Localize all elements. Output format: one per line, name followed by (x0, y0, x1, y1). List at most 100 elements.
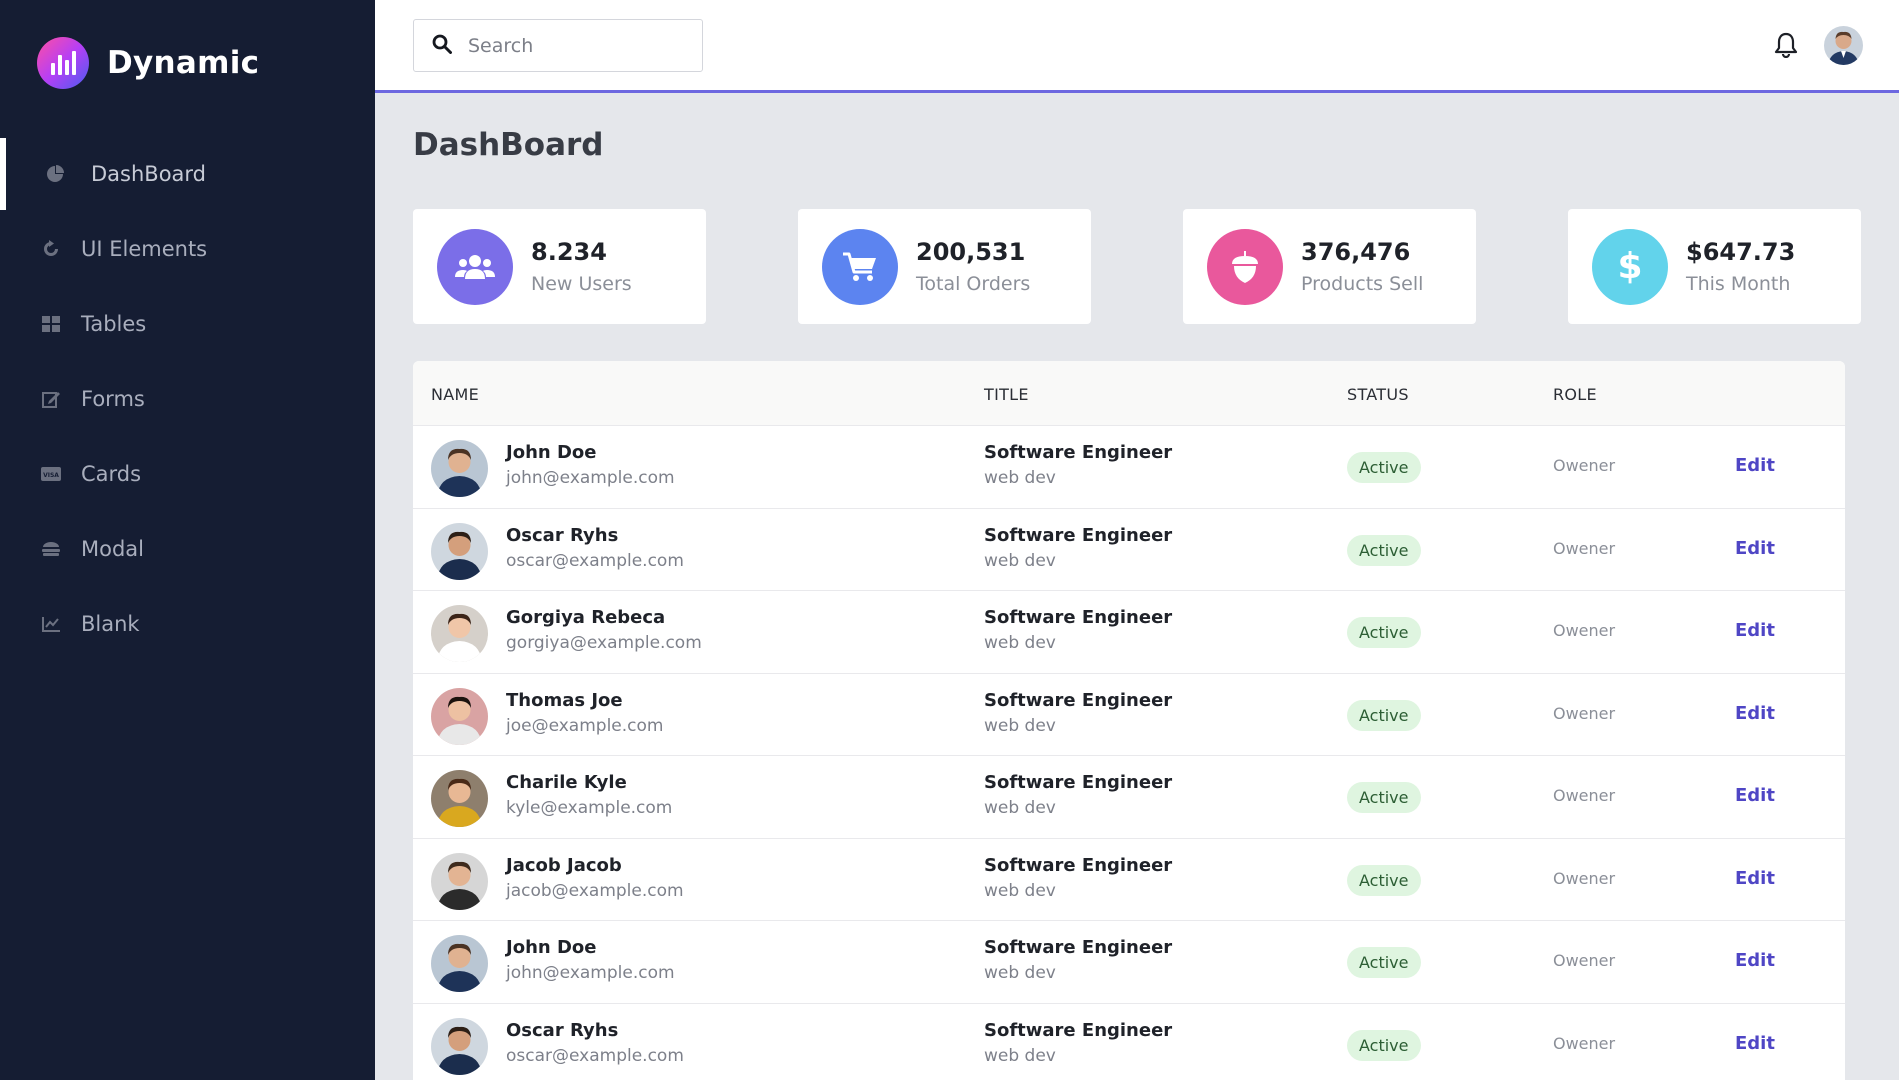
avatar (431, 687, 488, 745)
column-header-name[interactable]: NAME (431, 385, 479, 404)
job-subtitle: web dev (984, 798, 1056, 818)
edit-link[interactable]: Edit (1735, 785, 1775, 806)
table-row: Oscar Ryhs oscar@example.com Software Engi… (413, 1004, 1845, 1080)
column-header-role[interactable]: ROLE (1553, 385, 1597, 404)
top-header (375, 0, 1899, 93)
sidebar-nav: DashBoard UI Elements Tables Forms VISA … (0, 136, 375, 661)
status-badge: Active (1347, 782, 1421, 813)
status-badge: Active (1347, 1029, 1421, 1061)
user-role: Owener (1553, 703, 1616, 723)
column-header-status[interactable]: STATUS (1347, 385, 1409, 404)
sidebar-item-dashboard[interactable]: DashBoard (0, 136, 375, 211)
status-badge: Active (1347, 699, 1421, 731)
avatar (431, 935, 488, 992)
avatar (431, 605, 488, 662)
sidebar-item-label: UI Elements (81, 236, 208, 261)
sidebar-item-label: Tables (81, 311, 147, 336)
sidebar-item-tables[interactable]: Tables (0, 286, 375, 361)
edit-link[interactable]: Edit (1735, 703, 1775, 724)
avatar (431, 440, 488, 497)
user-name: Gorgiya Rebeca (506, 607, 666, 628)
sidebar-item-modal[interactable]: Modal (0, 511, 375, 586)
job-subtitle: web dev (984, 468, 1056, 488)
edit-link[interactable]: Edit (1735, 950, 1775, 971)
table-row: John Doe john@example.com Software Enginee… (413, 921, 1845, 1004)
credit-card-icon: VISA (41, 464, 61, 484)
status-badge: Active (1347, 864, 1421, 896)
brand-name: Dynamic (107, 45, 260, 81)
edit-link[interactable]: Edit (1735, 455, 1775, 476)
sidebar-item-label: Modal (81, 536, 144, 561)
acorn-icon (1207, 228, 1283, 305)
status-badge: Active (1347, 452, 1421, 483)
user-name: Oscar Ryhs (506, 524, 619, 546)
edit-link[interactable]: Edit (1735, 538, 1775, 559)
stat-label: Total Orders (916, 272, 1031, 295)
svg-text:VISA: VISA (43, 472, 59, 479)
avatar (431, 852, 488, 910)
stat-label: New Users (531, 272, 632, 295)
user-name: Oscar Ryhs (506, 1019, 619, 1041)
user-email: kyle@example.com (506, 798, 673, 818)
search-input[interactable] (468, 34, 688, 57)
user-role: Owener (1553, 1033, 1616, 1053)
user-role: Owener (1553, 786, 1616, 805)
user-role: Owener (1553, 456, 1616, 475)
table-row: Jacob Jacob jacob@example.com Software Eng… (413, 839, 1845, 921)
edit-link[interactable]: Edit (1735, 1033, 1775, 1054)
table-row: Gorgiya Rebeca gorgiya@example.com Softwar… (413, 591, 1845, 674)
brand[interactable]: Dynamic (37, 36, 259, 90)
user-avatar[interactable] (1824, 26, 1863, 65)
user-role: Owener (1553, 538, 1616, 558)
sidebar-item-cards[interactable]: VISA Cards (0, 436, 375, 511)
stat-label: Products Sell (1301, 272, 1424, 295)
table-row: Charile Kyle kyle@example.com Software Eng… (413, 756, 1845, 839)
user-role: Owener (1553, 868, 1616, 888)
user-email: joe@example.com (506, 715, 664, 736)
edit-link[interactable]: Edit (1735, 620, 1775, 641)
grid-icon (41, 314, 61, 334)
table-body: John Doe john@example.com Software Enginee… (413, 426, 1845, 1080)
table-header: NAME TITLE STATUS ROLE (413, 361, 1845, 426)
sidebar: Dynamic DashBoard UI Elements Tables For… (0, 0, 375, 1080)
user-email: oscar@example.com (506, 550, 684, 571)
job-subtitle: web dev (984, 633, 1056, 653)
user-name: Thomas Joe (506, 689, 623, 711)
avatar (431, 1017, 488, 1075)
job-title: Software Engineer (984, 937, 1173, 958)
user-role: Owener (1553, 951, 1616, 970)
sidebar-item-forms[interactable]: Forms (0, 361, 375, 436)
table-row: Thomas Joe joe@example.com Software Engine… (413, 674, 1845, 756)
sidebar-item-ui-elements[interactable]: UI Elements (0, 211, 375, 286)
pie-chart-icon (45, 164, 65, 184)
dollar-icon: $ (1592, 228, 1668, 305)
job-subtitle: web dev (984, 963, 1056, 983)
sidebar-item-label: Forms (81, 386, 145, 411)
user-name: Jacob Jacob (506, 854, 622, 876)
status-badge: Active (1347, 617, 1421, 648)
stat-card-products-sell: 376,476 Products Sell (1183, 209, 1476, 324)
column-header-title[interactable]: TITLE (984, 385, 1029, 404)
users-icon (437, 228, 513, 305)
user-email: john@example.com (506, 963, 675, 983)
job-subtitle: web dev (984, 715, 1056, 736)
avatar (431, 522, 488, 580)
user-email: gorgiya@example.com (506, 633, 702, 653)
stat-value: $647.73 (1686, 238, 1796, 267)
user-name: John Doe (506, 442, 597, 463)
stat-card-this-month: $ $647.73 This Month (1568, 209, 1861, 324)
sidebar-item-blank[interactable]: Blank (0, 586, 375, 661)
user-role: Owener (1553, 621, 1616, 640)
user-email: john@example.com (506, 468, 675, 488)
search-box[interactable] (413, 19, 703, 72)
status-badge: Active (1347, 534, 1421, 566)
refresh-icon (41, 239, 61, 259)
table-row: Oscar Ryhs oscar@example.com Software Engi… (413, 509, 1845, 591)
table-row: John Doe john@example.com Software Enginee… (413, 426, 1845, 509)
edit-link[interactable]: Edit (1735, 868, 1775, 889)
bell-icon[interactable] (1774, 32, 1800, 60)
user-name: John Doe (506, 937, 597, 958)
job-title: Software Engineer (984, 1019, 1173, 1041)
stat-value: 200,531 (916, 238, 1026, 267)
line-chart-icon (41, 614, 61, 634)
